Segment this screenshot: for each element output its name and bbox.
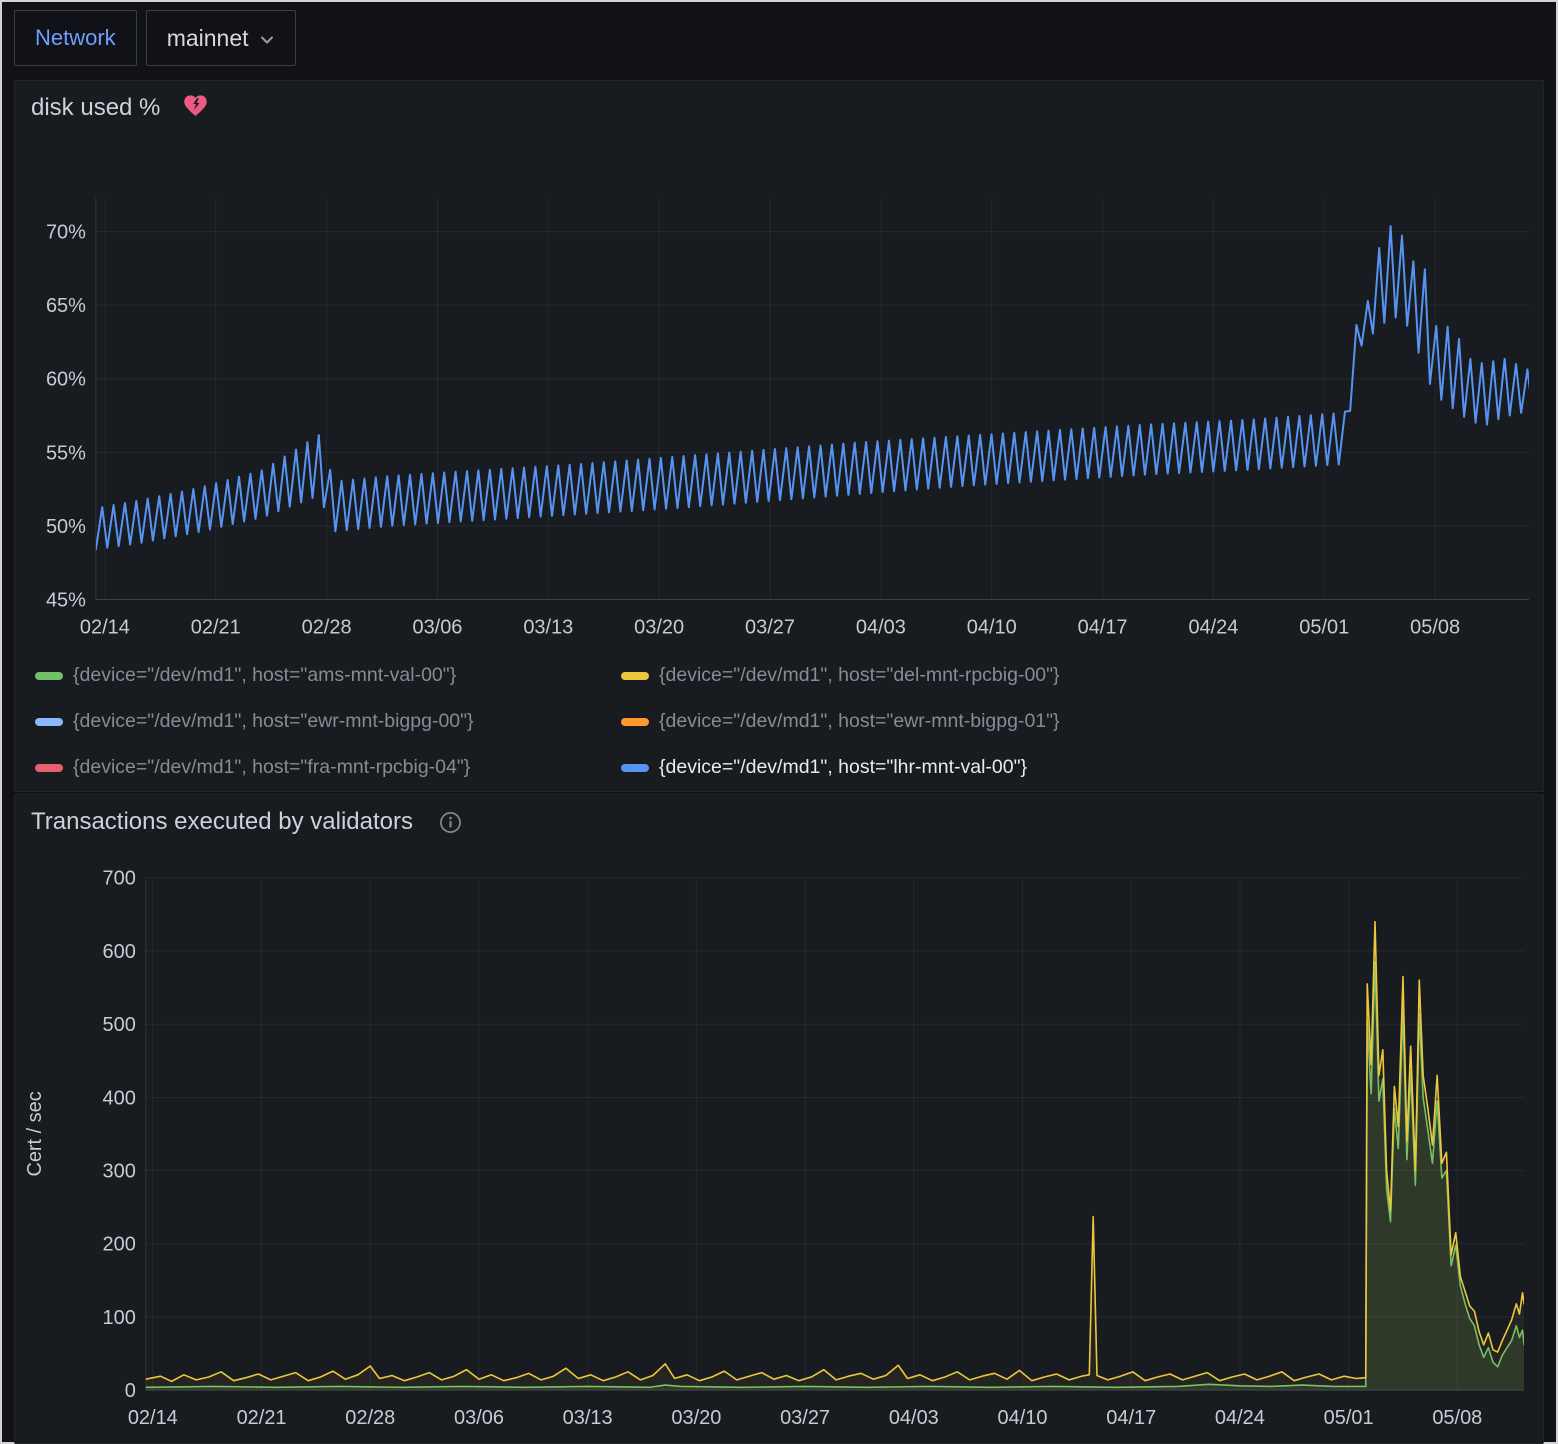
series-color-swatch	[35, 764, 63, 772]
legend-item[interactable]: {device="/dev/md1", host="ewr-mnt-bigpg-…	[35, 705, 595, 738]
svg-text:65%: 65%	[46, 295, 86, 317]
legend-label: {device="/dev/md1", host="del-mnt-rpcbig…	[659, 664, 1060, 687]
svg-text:55%: 55%	[46, 442, 86, 464]
svg-text:50%: 50%	[46, 516, 86, 538]
panel-disk-used-header: disk used %	[15, 81, 1543, 135]
legend-label: {device="/dev/md1", host="ams-mnt-val-00…	[73, 664, 456, 687]
network-variable-value: mainnet	[167, 25, 249, 52]
legend: {device="/dev/md1", host="ams-mnt-val-00…	[35, 659, 1335, 784]
svg-text:04/24: 04/24	[1215, 1407, 1265, 1429]
svg-text:04/03: 04/03	[856, 616, 906, 638]
legend-item[interactable]: {device="/dev/md1", host="lhr-mnt-val-00…	[621, 751, 1181, 784]
svg-text:04/24: 04/24	[1188, 616, 1238, 638]
svg-text:600: 600	[103, 941, 136, 963]
legend-label: {device="/dev/md1", host="lhr-mnt-val-00…	[659, 756, 1027, 779]
svg-text:03/20: 03/20	[634, 616, 684, 638]
svg-text:03/20: 03/20	[671, 1407, 721, 1429]
panel-title-disk-used[interactable]: disk used %	[31, 94, 160, 122]
dashboard-controls: Network mainnet	[14, 10, 1556, 66]
svg-text:02/21: 02/21	[237, 1407, 287, 1429]
legend-label: {device="/dev/md1", host="ewr-mnt-bigpg-…	[659, 710, 1060, 733]
svg-text:03/06: 03/06	[412, 616, 462, 638]
transactions-chart[interactable]: 0 100 200 300 400 500 600 700 02/14 02/21 02/28 03/…	[15, 795, 1543, 1443]
svg-text:04/17: 04/17	[1078, 616, 1128, 638]
svg-text:02/14: 02/14	[128, 1407, 178, 1429]
svg-text:02/28: 02/28	[302, 616, 352, 638]
svg-text:300: 300	[103, 1161, 136, 1183]
legend-label: {device="/dev/md1", host="fra-mnt-rpcbig…	[73, 756, 470, 779]
svg-text:05/08: 05/08	[1432, 1407, 1482, 1429]
svg-text:03/27: 03/27	[780, 1407, 830, 1429]
panel-disk-used: disk used % 45% 50% 55% 60% 65% 70% 02/14 02/21…	[14, 80, 1544, 792]
series-color-swatch	[621, 764, 649, 772]
svg-text:05/08: 05/08	[1410, 616, 1460, 638]
svg-text:500: 500	[103, 1014, 136, 1036]
svg-text:04/17: 04/17	[1106, 1407, 1156, 1429]
svg-text:03/06: 03/06	[454, 1407, 504, 1429]
svg-text:02/14: 02/14	[80, 616, 130, 638]
svg-text:02/21: 02/21	[191, 616, 241, 638]
svg-text:400: 400	[103, 1087, 136, 1109]
svg-text:04/10: 04/10	[998, 1407, 1048, 1429]
svg-text:700: 700	[103, 868, 136, 890]
svg-text:02/28: 02/28	[345, 1407, 395, 1429]
svg-text:100: 100	[103, 1307, 136, 1329]
panel-title-transactions[interactable]: Transactions executed by validators	[31, 808, 413, 836]
chevron-down-icon	[259, 32, 275, 48]
panel-transactions: Transactions executed by validators 0 100…	[14, 794, 1544, 1444]
alert-broken-heart-icon	[182, 92, 209, 124]
svg-text:03/27: 03/27	[745, 616, 795, 638]
panel-transactions-header: Transactions executed by validators	[15, 795, 1543, 849]
svg-text:03/13: 03/13	[563, 1407, 613, 1429]
info-circle-icon[interactable]	[439, 811, 462, 834]
legend-item[interactable]: {device="/dev/md1", host="del-mnt-rpcbig…	[621, 659, 1181, 692]
svg-text:200: 200	[103, 1234, 136, 1256]
network-variable-dropdown[interactable]: mainnet	[146, 10, 296, 66]
svg-text:Cert / sec: Cert / sec	[24, 1091, 46, 1176]
svg-text:0: 0	[125, 1380, 136, 1402]
svg-text:04/10: 04/10	[967, 616, 1017, 638]
series-color-swatch	[621, 672, 649, 680]
legend-label: {device="/dev/md1", host="ewr-mnt-bigpg-…	[73, 710, 474, 733]
legend-item[interactable]: {device="/dev/md1", host="fra-mnt-rpcbig…	[35, 751, 595, 784]
series-color-swatch	[621, 718, 649, 726]
series-color-swatch	[35, 718, 63, 726]
legend-item[interactable]: {device="/dev/md1", host="ewr-mnt-bigpg-…	[621, 705, 1181, 738]
series-color-swatch	[35, 672, 63, 680]
legend-item[interactable]: {device="/dev/md1", host="ams-mnt-val-00…	[35, 659, 595, 692]
svg-text:04/03: 04/03	[889, 1407, 939, 1429]
svg-text:05/01: 05/01	[1324, 1407, 1374, 1429]
svg-text:70%: 70%	[46, 222, 86, 244]
svg-text:03/13: 03/13	[523, 616, 573, 638]
network-variable-label: Network	[35, 25, 116, 51]
svg-text:45%: 45%	[46, 590, 86, 612]
network-variable-label-box: Network	[14, 10, 137, 66]
svg-text:60%: 60%	[46, 369, 86, 391]
svg-text:05/01: 05/01	[1299, 616, 1349, 638]
